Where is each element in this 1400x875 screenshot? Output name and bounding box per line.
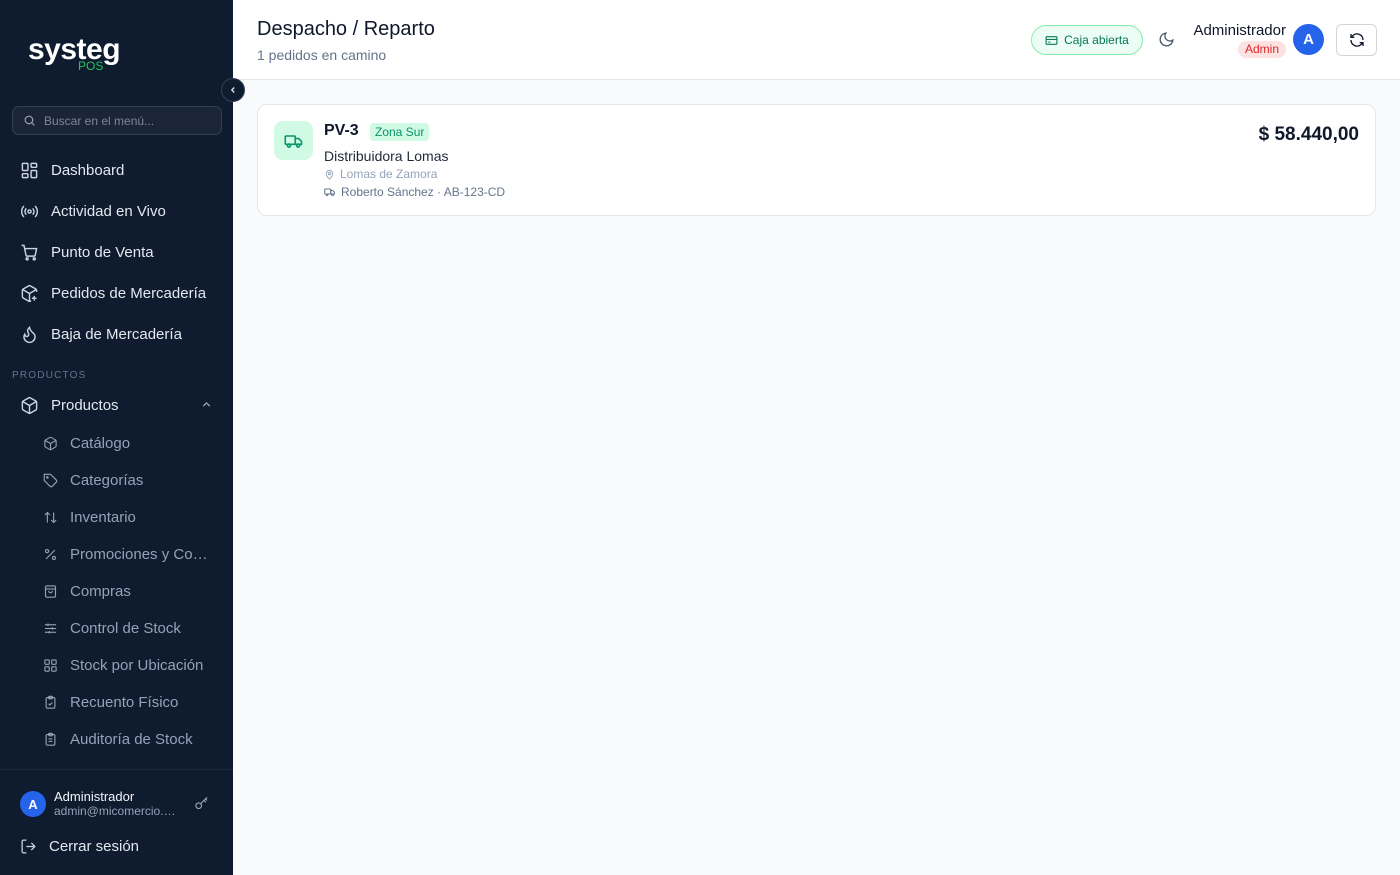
brand-logo[interactable]: systeg POS bbox=[28, 33, 121, 74]
grid-icon bbox=[44, 659, 57, 672]
main-nav: Dashboard Actividad en Vivo Punto de Ven… bbox=[0, 150, 233, 355]
sidebar-item-promociones[interactable]: Promociones y Combos bbox=[0, 536, 233, 573]
sidebar-item-label: Inventario bbox=[70, 509, 136, 526]
nav-item-actividad[interactable]: Actividad en Vivo bbox=[0, 191, 233, 232]
menu-search[interactable] bbox=[12, 106, 222, 135]
sidebar-item-compras[interactable]: Compras bbox=[0, 573, 233, 610]
order-card[interactable]: PV-3 Zona Sur Distribuidora Lomas Lomas … bbox=[257, 104, 1376, 216]
tag-icon bbox=[43, 473, 58, 488]
percent-icon bbox=[44, 548, 57, 561]
nav-item-punto-venta[interactable]: Punto de Venta bbox=[0, 232, 233, 273]
nav-item-dashboard[interactable]: Dashboard bbox=[0, 150, 233, 191]
cash-register-status-badge[interactable]: Caja abierta bbox=[1031, 25, 1143, 55]
driver-text: Roberto Sánchez · AB-123-CD bbox=[341, 185, 506, 199]
nav-group-toggle[interactable]: Productos bbox=[0, 385, 233, 425]
nav-label: Actividad en Vivo bbox=[51, 203, 166, 220]
sidebar-item-inventario[interactable]: Inventario bbox=[0, 499, 233, 536]
sliders-icon bbox=[44, 623, 57, 634]
sidebar-item-recuento[interactable]: Recuento Físico bbox=[0, 684, 233, 721]
theme-toggle-button[interactable] bbox=[1158, 31, 1175, 53]
nav-label: Baja de Mercadería bbox=[51, 326, 182, 343]
header-user-info[interactable]: Administrador Admin bbox=[1191, 22, 1286, 58]
customer-name: Distribuidora Lomas bbox=[324, 148, 449, 164]
user-name: Administrador bbox=[54, 789, 135, 804]
truck-icon bbox=[283, 134, 302, 148]
nav-label: Dashboard bbox=[51, 162, 125, 179]
refresh-button[interactable] bbox=[1336, 24, 1377, 56]
map-pin-icon bbox=[325, 169, 334, 180]
nav-group-productos: Productos Catálogo Categorías Inventario… bbox=[0, 385, 233, 758]
chevron-left-icon bbox=[230, 87, 235, 93]
brand-sub: POS bbox=[78, 59, 104, 73]
brand-name: systeg bbox=[28, 33, 121, 66]
sidebar-footer: A Administrador admin@micomercio.com Cer… bbox=[0, 769, 233, 875]
change-password-button[interactable] bbox=[194, 796, 209, 816]
truck-icon bbox=[324, 188, 335, 197]
nav-label: Punto de Venta bbox=[51, 244, 154, 261]
page-header: Despacho / Reparto 1 pedidos en camino C… bbox=[233, 0, 1400, 80]
box-icon bbox=[44, 436, 57, 451]
order-amount: $ 58.440,00 bbox=[1258, 124, 1359, 145]
sidebar-item-stock-ubicacion[interactable]: Stock por Ubicación bbox=[0, 647, 233, 684]
sidebar-item-control-stock[interactable]: Control de Stock bbox=[0, 610, 233, 647]
cash-status-label: Caja abierta bbox=[1064, 33, 1129, 47]
header-user-name: Administrador bbox=[1193, 22, 1286, 39]
moon-icon bbox=[1159, 32, 1174, 47]
logout-label: Cerrar sesión bbox=[49, 838, 140, 855]
sidebar-item-label: Catálogo bbox=[70, 435, 131, 452]
wallet-icon bbox=[1045, 35, 1058, 45]
sidebar-item-label: Promociones y Combos bbox=[70, 546, 212, 563]
user-profile[interactable]: A Administrador admin@micomercio.com bbox=[20, 789, 179, 819]
package-plus-icon bbox=[21, 284, 38, 303]
arrows-up-down-icon bbox=[44, 511, 57, 524]
sidebar-item-label: Compras bbox=[70, 583, 131, 600]
chevron-up-icon bbox=[202, 401, 211, 407]
sidebar-item-label: Auditoría de Stock bbox=[70, 731, 193, 748]
nav-item-baja[interactable]: Baja de Mercadería bbox=[0, 314, 233, 355]
nav-item-pedidos[interactable]: Pedidos de Mercadería bbox=[0, 273, 233, 314]
sidebar-item-label: Stock por Ubicación bbox=[70, 657, 204, 674]
logout-icon bbox=[21, 839, 36, 854]
broadcast-icon bbox=[20, 205, 39, 218]
logout-button[interactable]: Cerrar sesión bbox=[20, 838, 139, 855]
order-location: Lomas de Zamora bbox=[324, 167, 437, 181]
search-input[interactable] bbox=[44, 113, 204, 128]
sidebar-item-label: Categorías bbox=[70, 472, 144, 489]
clipboard-check-icon bbox=[45, 695, 56, 709]
sidebar-item-categorias[interactable]: Categorías bbox=[0, 462, 233, 499]
search-icon bbox=[24, 115, 35, 126]
flame-icon bbox=[23, 326, 36, 344]
key-icon bbox=[195, 796, 208, 810]
box-icon bbox=[21, 396, 38, 414]
sidebar-item-label: Control de Stock bbox=[70, 620, 181, 637]
sidebar-item-catalogo[interactable]: Catálogo bbox=[0, 425, 233, 462]
zone-badge: Zona Sur bbox=[370, 123, 430, 141]
dashboard-icon bbox=[21, 162, 38, 179]
sidebar-collapse-button[interactable] bbox=[221, 78, 245, 102]
order-id: PV-3 bbox=[324, 122, 359, 139]
clipboard-list-icon bbox=[45, 732, 56, 746]
nav-group-label: Productos bbox=[51, 396, 119, 414]
sidebar-item-auditoria[interactable]: Auditoría de Stock bbox=[0, 721, 233, 758]
page-title: Despacho / Reparto bbox=[257, 18, 435, 40]
cart-icon bbox=[21, 244, 38, 261]
truck-tile bbox=[274, 121, 313, 160]
page-subtitle: 1 pedidos en camino bbox=[257, 47, 387, 63]
avatar: A bbox=[20, 791, 46, 817]
nav-label: Pedidos de Mercadería bbox=[51, 285, 207, 302]
section-label-productos: PRODUCTOS bbox=[12, 370, 87, 381]
order-driver: Roberto Sánchez · AB-123-CD bbox=[324, 185, 505, 199]
avatar[interactable]: A bbox=[1293, 24, 1324, 55]
sidebar: systeg POS Dashboard Actividad en Vivo P… bbox=[0, 0, 233, 875]
location-text: Lomas de Zamora bbox=[340, 167, 438, 181]
user-email: admin@micomercio.com bbox=[54, 804, 179, 818]
role-badge: Admin bbox=[1237, 41, 1286, 58]
refresh-icon bbox=[1349, 33, 1364, 47]
sidebar-item-label: Recuento Físico bbox=[70, 694, 179, 711]
shopping-bag-icon bbox=[44, 585, 57, 598]
